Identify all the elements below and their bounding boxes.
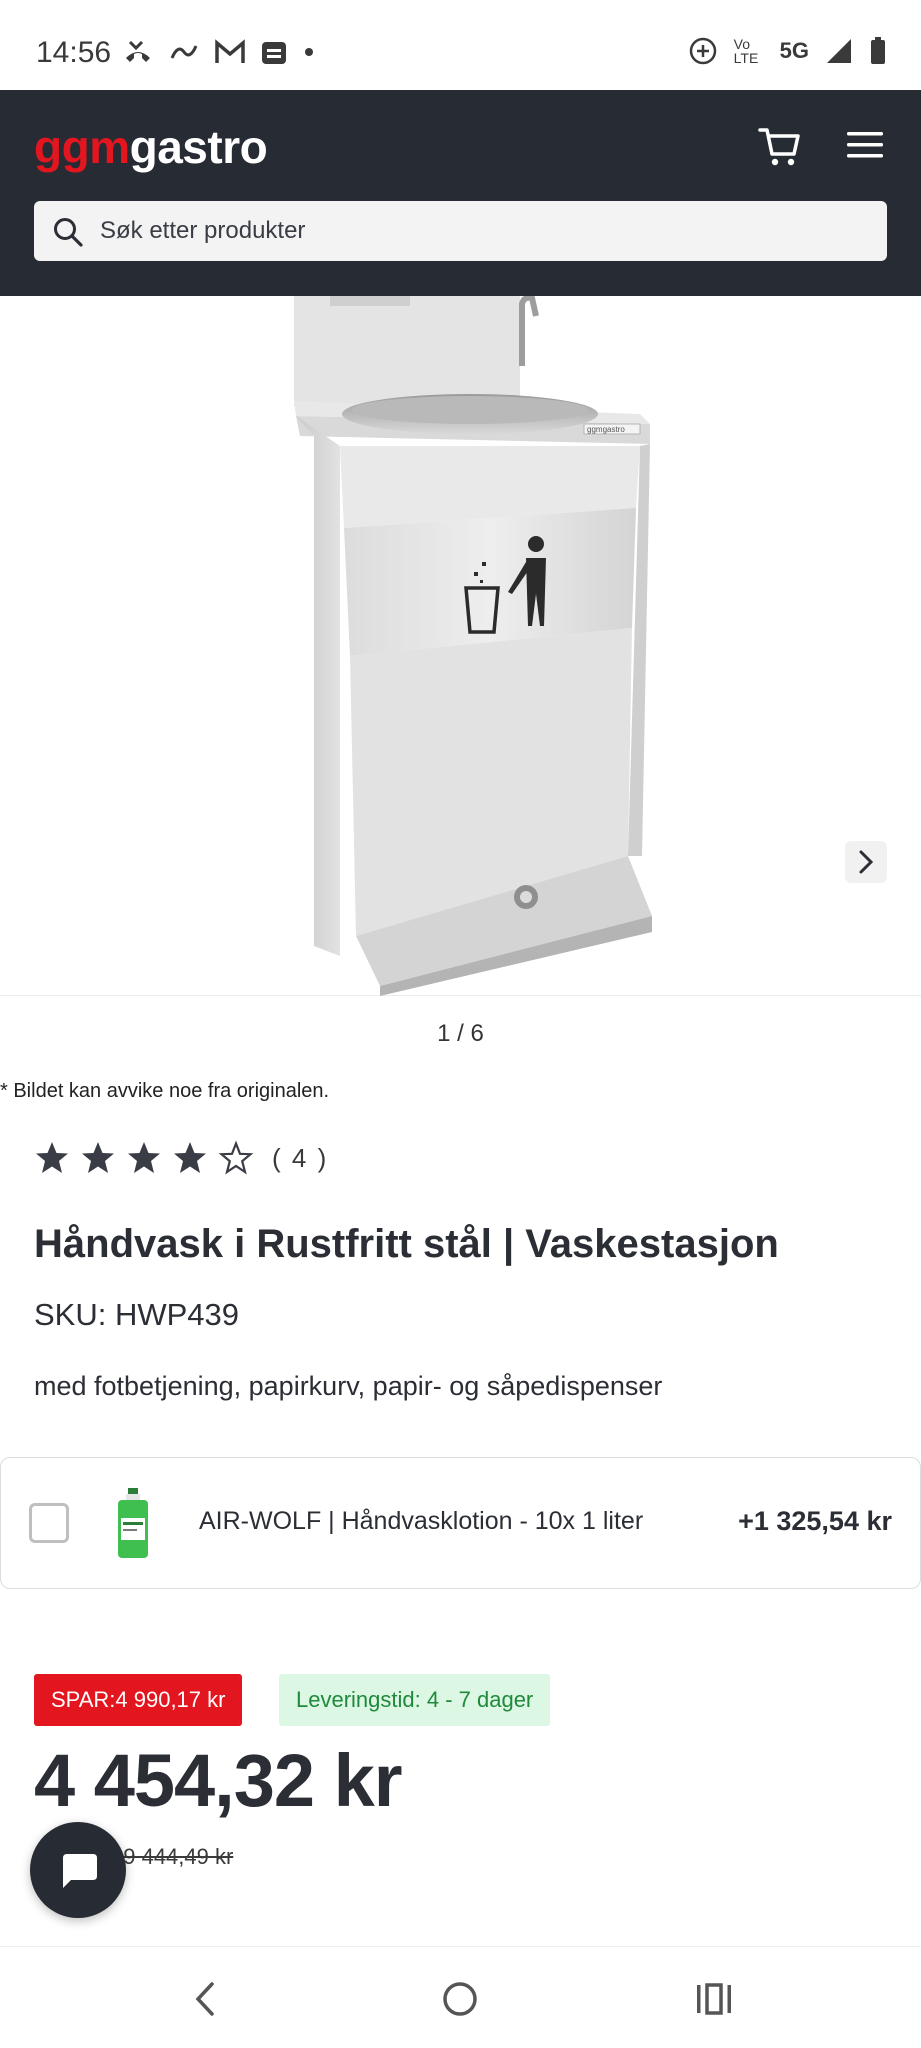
addon-checkbox[interactable] xyxy=(29,1503,69,1543)
star-filled-icon xyxy=(36,1142,68,1173)
gallery-next-button[interactable] xyxy=(845,841,887,883)
recents-button[interactable] xyxy=(684,1969,744,2029)
gallery-counter: 1 / 6 xyxy=(437,1020,484,1047)
chevron-right-icon xyxy=(859,850,874,874)
news-icon xyxy=(262,42,286,64)
site-logo[interactable]: ggmgastro xyxy=(34,120,268,174)
product-gallery[interactable]: ggmgastro xyxy=(0,296,921,996)
dot-icon xyxy=(305,48,313,56)
home-button[interactable] xyxy=(430,1969,490,2029)
addon-price: +1 325,54 kr xyxy=(738,1506,892,1536)
image-logo-text: ggmgastro xyxy=(587,425,625,434)
recents-icon xyxy=(697,1983,731,2015)
product-image: ggmgastro xyxy=(294,296,652,996)
back-chevron-icon xyxy=(195,1982,214,2016)
missed-call-icon xyxy=(126,40,150,62)
system-nav-bar xyxy=(0,1946,921,2048)
hamburger-menu-icon[interactable] xyxy=(846,130,884,160)
product-title: Håndvask i Rustfritt stål | Vaskestasjon xyxy=(34,1222,779,1266)
star-filled-icon xyxy=(82,1142,114,1173)
star-empty-icon xyxy=(218,1140,254,1175)
link-icon xyxy=(170,45,198,59)
search-bar[interactable] xyxy=(34,201,887,261)
product-sku: SKU: HWP439 xyxy=(34,1297,240,1332)
star-filled-icon xyxy=(174,1142,206,1173)
rating-count: ( 4 ) xyxy=(272,1142,329,1173)
lotion-bottle-image xyxy=(118,1488,148,1558)
system-status-icons: Vo LTE 5G xyxy=(688,36,887,66)
chat-button[interactable] xyxy=(30,1822,126,1918)
logo-ggm: ggm xyxy=(34,121,130,173)
save-badge: SPAR:4 990,17 kr xyxy=(34,1674,243,1726)
status-bar: 14:56 Vo LTE 5G xyxy=(0,0,921,90)
product-price: 4 454,32 kr xyxy=(34,1739,403,1822)
delivery-badge: Leveringstid: 4 - 7 dager xyxy=(279,1674,551,1726)
product-rating[interactable]: ( 4 ) xyxy=(34,1140,328,1176)
search-icon xyxy=(54,218,83,247)
status-time: 14:56 xyxy=(36,36,112,69)
product-subtitle: med fotbetjening, papirkurv, papir- og s… xyxy=(34,1371,663,1401)
notification-icons xyxy=(122,38,316,66)
cart-icon[interactable] xyxy=(758,124,802,168)
chat-bubble-icon xyxy=(63,1854,97,1888)
search-input[interactable] xyxy=(100,201,860,261)
logo-gastro: gastro xyxy=(129,121,268,173)
addon-card[interactable]: AIR-WOLF | Håndvasklotion - 10x 1 liter … xyxy=(0,1457,921,1589)
gmail-icon xyxy=(215,39,245,63)
5g-icon: 5G xyxy=(779,38,809,63)
volte-icon: Vo LTE xyxy=(733,36,759,66)
image-disclaimer: * Bildet kan avvike noe fra originalen. xyxy=(0,1080,330,1102)
signal-icon xyxy=(827,39,851,63)
star-filled-icon xyxy=(128,1142,160,1173)
back-button[interactable] xyxy=(175,1969,235,2029)
data-saver-icon xyxy=(689,37,716,65)
home-circle-icon xyxy=(443,1982,477,2016)
addon-name: AIR-WOLF | Håndvasklotion - 10x 1 liter xyxy=(199,1507,644,1535)
old-price-value: 9 444,49 kr xyxy=(123,1844,234,1869)
battery-icon xyxy=(871,37,885,64)
